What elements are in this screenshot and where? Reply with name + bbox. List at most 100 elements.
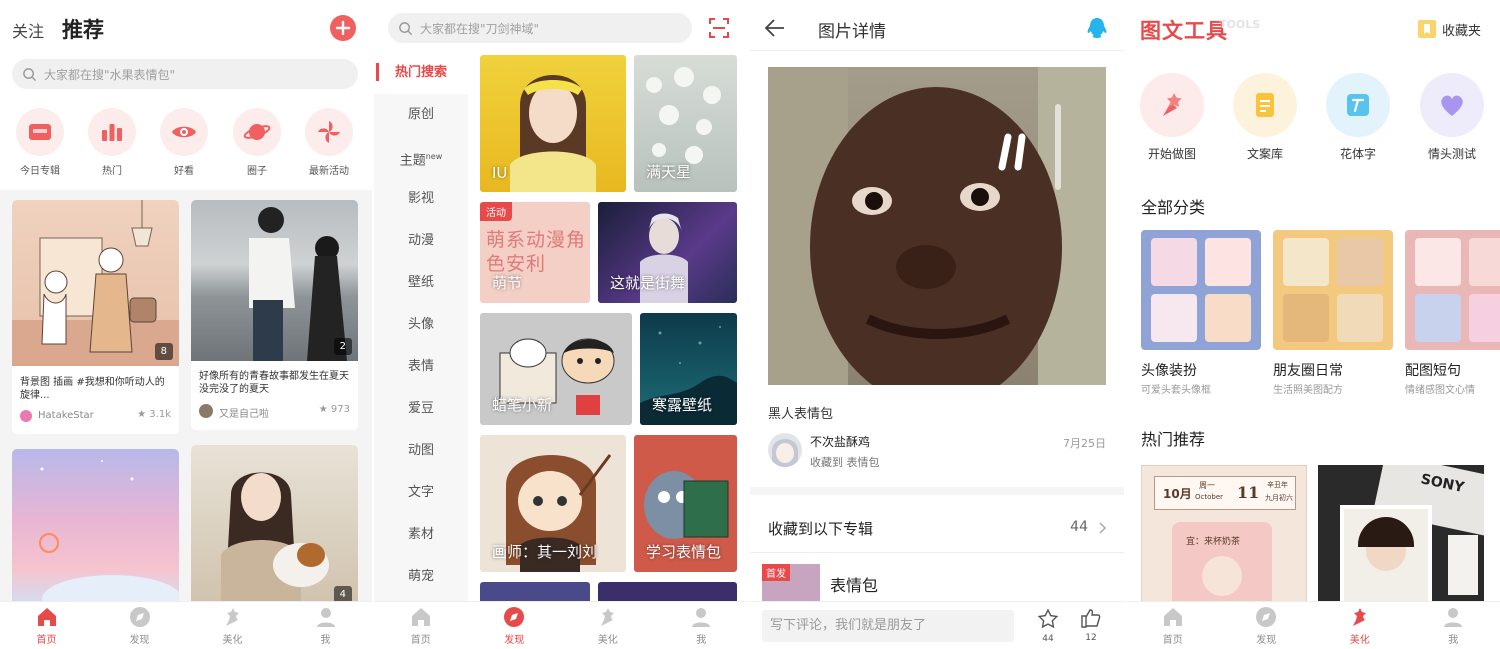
back-arrow-icon[interactable] xyxy=(764,18,786,38)
search-placeholder: 大家都在搜"刀剑神域" xyxy=(420,21,540,36)
tab-home[interactable]: 首页 xyxy=(374,602,468,649)
category-item[interactable]: 壁纸 xyxy=(374,262,468,304)
tool-label: 开始做图 xyxy=(1147,147,1196,161)
quick-entry-hot[interactable]: 热门 xyxy=(88,108,136,177)
tile-iu[interactable]: IU xyxy=(480,55,626,192)
polaroid-photo xyxy=(1340,505,1432,605)
detail-image[interactable] xyxy=(768,67,1106,385)
tab-me[interactable]: 我 xyxy=(655,602,749,649)
tile-crayon-shin[interactable]: 蜡笔小新 xyxy=(480,313,632,425)
add-button[interactable] xyxy=(330,15,356,41)
category-item[interactable]: 主题new xyxy=(374,136,468,178)
quick-entry-events[interactable]: 最新活动 xyxy=(305,108,353,177)
image-caption: 黑人表情包 xyxy=(768,407,834,422)
category-item[interactable]: 热门搜索 xyxy=(374,52,468,94)
quick-entry-album[interactable]: 今日专辑 xyxy=(16,108,64,177)
tile-label: 这就是街舞 xyxy=(610,274,686,292)
tab-recommend[interactable]: 推荐 xyxy=(62,14,104,44)
tile-artist[interactable]: 画师：其一刘刘 xyxy=(480,435,626,572)
tile-babys-breath[interactable]: 满天星 xyxy=(634,55,737,192)
category-item[interactable]: 表情 xyxy=(374,346,468,388)
tab-discover[interactable]: 发现 xyxy=(93,602,186,649)
category-avatar-decor[interactable] xyxy=(1141,230,1261,350)
chevron-right-icon[interactable] xyxy=(1098,521,1108,535)
tile-label: 蜡笔小新 xyxy=(492,396,553,414)
feed-card[interactable]: 4 xyxy=(191,445,358,609)
tool-label: 花体字 xyxy=(1339,147,1376,161)
image-count-badge: 8 xyxy=(154,343,173,360)
tile-street-dance[interactable]: 这就是街舞 xyxy=(598,202,737,303)
quick-entry-nice[interactable]: 好看 xyxy=(160,108,208,177)
feed-card[interactable] xyxy=(12,449,179,609)
category-item[interactable]: 萌宠 xyxy=(374,556,468,598)
bottom-tab-bar: 首页 发现 美化 我 xyxy=(374,601,748,649)
category-quotes[interactable] xyxy=(1405,230,1500,350)
category-item[interactable]: 动漫 xyxy=(374,220,468,262)
tile-art-text: 萌系动漫角色安利 xyxy=(486,229,587,275)
album-icon xyxy=(29,124,51,140)
tile-cold-dew[interactable]: 寒露壁纸 xyxy=(640,313,737,425)
portrait-hair xyxy=(1358,517,1414,547)
feed-card[interactable]: 8 背景图 插画 #我想和你听动人的旋律... HatakeStar ★ 3.1… xyxy=(12,200,179,434)
search-input[interactable]: 大家都在搜"水果表情包" xyxy=(12,59,358,89)
category-item[interactable]: 原创 xyxy=(374,94,468,136)
card-image: 2 xyxy=(191,200,358,361)
qq-share-icon[interactable] xyxy=(1086,16,1108,40)
card-username[interactable]: HatakeStar xyxy=(38,410,94,421)
tab-me[interactable]: 我 xyxy=(1407,602,1500,649)
comment-input[interactable]: 写下评论，我们就是朋友了 xyxy=(762,610,1014,642)
favorites-button[interactable]: 收藏夹 xyxy=(1442,20,1481,39)
feed-card[interactable]: 2 好像所有的青春故事都发生在夏天 没完没了的夏天 又是自己啦 ★ 973 xyxy=(191,200,358,430)
beach-couple-photo xyxy=(249,207,347,361)
category-item[interactable]: 影视 xyxy=(374,178,468,220)
category-moments-daily[interactable] xyxy=(1273,230,1393,350)
tab-follow[interactable]: 关注 xyxy=(12,18,44,42)
hot-card-calendar[interactable]: 10月 周一 October 11 辛丑年 九月初六 宜：来杯奶茶 xyxy=(1141,465,1307,606)
category-item[interactable]: 文字 xyxy=(374,472,468,514)
tab-beautify[interactable]: 美化 xyxy=(561,602,655,649)
user-icon xyxy=(692,607,711,627)
avatar[interactable] xyxy=(199,404,213,418)
category-item[interactable]: 素材 xyxy=(374,514,468,556)
category-item[interactable]: 头像 xyxy=(374,304,468,346)
quick-entry-label: 今日专辑 xyxy=(20,166,60,177)
tool-start-drawing[interactable]: 开始做图 xyxy=(1140,73,1204,162)
calendar-month: 10月 xyxy=(1163,487,1192,501)
album-name[interactable]: 表情包 xyxy=(830,572,878,596)
category-item[interactable]: 爱豆 xyxy=(374,388,468,430)
tile-study-meme[interactable]: 学习表情包 xyxy=(634,435,737,572)
category-list: 热门搜索 原创 主题new 影视 动漫 壁纸 头像 表情 爱豆 动图 文字 素材… xyxy=(374,52,468,598)
thumbnail xyxy=(1151,294,1197,342)
girl-with-dog-photo xyxy=(221,472,329,609)
tab-home[interactable]: 首页 xyxy=(0,602,93,649)
favorite-button[interactable]: 44 xyxy=(1035,608,1061,644)
quick-entry-circle[interactable]: 圈子 xyxy=(233,108,281,177)
sony-text: SONY xyxy=(1419,471,1466,497)
card-username[interactable]: 又是自己啦 xyxy=(219,405,269,420)
tool-couple-avatar-test[interactable]: 情头测试 xyxy=(1420,73,1484,162)
category-item[interactable]: 动图 xyxy=(374,430,468,472)
tile-moe[interactable]: 活动 萌系动漫角色安利 萌节 xyxy=(480,202,590,303)
tool-copywriting[interactable]: 文案库 xyxy=(1233,73,1297,162)
tab-discover[interactable]: 发现 xyxy=(468,602,562,649)
uploader-name[interactable]: 不次盐酥鸡 xyxy=(810,433,870,450)
tab-discover[interactable]: 发现 xyxy=(1220,602,1314,649)
scan-icon[interactable] xyxy=(708,17,730,39)
avatar[interactable] xyxy=(20,410,32,422)
search-input[interactable]: 大家都在搜"刀剑神域" xyxy=(388,13,692,43)
star-icon: ★ xyxy=(318,404,331,415)
tab-home[interactable]: 首页 xyxy=(1126,602,1220,649)
avatar[interactable] xyxy=(768,433,802,467)
tab-beautify[interactable]: 美化 xyxy=(186,602,279,649)
hot-card-sony[interactable]: SONY xyxy=(1318,465,1484,605)
magic-icon xyxy=(600,607,614,626)
tab-beautify[interactable]: 美化 xyxy=(1313,602,1407,649)
like-button[interactable]: 12 xyxy=(1078,607,1104,643)
milk-carton-art: 宜：来杯奶茶 xyxy=(1172,522,1272,606)
tile-label: 萌节 xyxy=(492,274,523,292)
section-divider xyxy=(750,487,1124,495)
thumbnail xyxy=(1337,294,1383,342)
tool-fancy-font[interactable]: 花体字 xyxy=(1326,73,1390,162)
tab-me[interactable]: 我 xyxy=(279,602,372,649)
album-cover[interactable]: 首发 xyxy=(762,564,820,604)
